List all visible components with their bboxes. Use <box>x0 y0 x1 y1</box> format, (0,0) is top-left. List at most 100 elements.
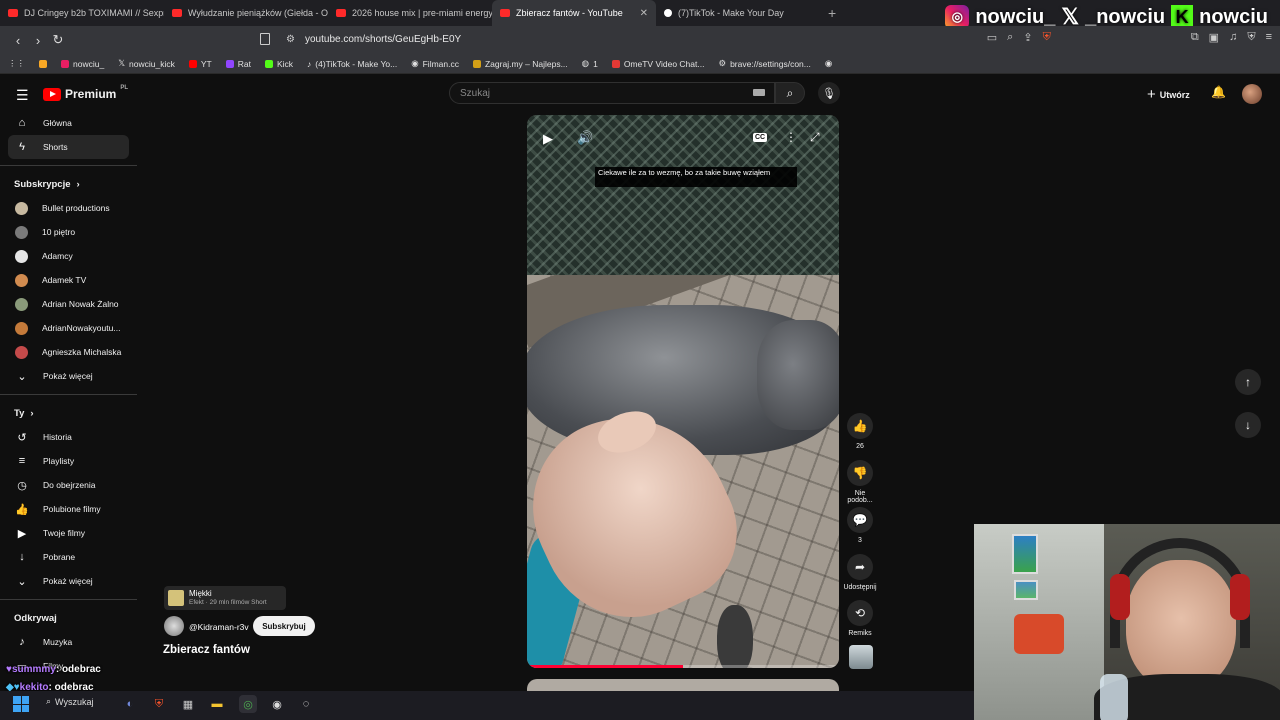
create-button[interactable]: + Utwórz <box>1147 86 1190 103</box>
tab-2[interactable]: Wyłudzanie pieniążków (Giełda - Od <box>164 0 328 26</box>
sidebar-item-playlists[interactable]: ≡ Playlisty <box>0 449 137 473</box>
sidebar-show-more[interactable]: ⌄ Pokaż więcej <box>0 569 137 593</box>
bookmark-label: nowciu_kick <box>129 58 175 69</box>
notifications-bell-icon[interactable]: 🔔 <box>1211 85 1226 99</box>
channel-avatar <box>15 201 28 215</box>
channel-avatar[interactable] <box>164 616 184 636</box>
mic-icon: 🎙 <box>822 87 836 100</box>
share-button[interactable]: ➦ Udostępnij <box>843 554 877 591</box>
menu-hamburger-icon[interactable]: ☰ <box>16 87 29 104</box>
search-input[interactable]: Szukaj <box>449 82 775 104</box>
short-video-player[interactable]: Ciekawe ile za to wezmę, bo za takie buw… <box>527 115 839 668</box>
tab-1[interactable]: DJ Cringey b2b TOXIMAMI // Sexpre <box>0 0 164 26</box>
sidebar-item-subscription[interactable]: Adamcy <box>0 244 137 268</box>
discord-icon[interactable]: ◐ <box>121 695 139 713</box>
bookmark-item[interactable]: ♪ (4)TikTok - Make Yo... <box>307 59 397 69</box>
bookmark-item[interactable]: nowciu_ <box>61 59 104 69</box>
bookmark-item[interactable]: ◍ 1 <box>582 58 598 69</box>
sidebar-show-more[interactable]: ⌄ Pokaż więcej <box>0 364 137 388</box>
sound-thumbnail[interactable] <box>849 645 873 669</box>
cast-icon[interactable]: ▭ <box>987 31 997 44</box>
windows-start-icon[interactable] <box>13 696 29 712</box>
effect-chip[interactable]: Miękki Efekt · 29 mln filmów Short <box>164 586 286 610</box>
sidebar-icon[interactable]: ▣ <box>1209 31 1219 44</box>
share-label: Udostępnij <box>843 584 877 591</box>
music-icon[interactable]: ♫ <box>1229 31 1237 44</box>
brave-shield-icon[interactable]: ⛨ <box>1043 31 1051 44</box>
back-icon[interactable]: ‹ <box>8 33 28 48</box>
user-avatar[interactable] <box>1242 84 1262 104</box>
bookmark-item[interactable]: ◉ Filman.cc <box>411 58 459 69</box>
fullscreen-icon[interactable]: ⤢ <box>810 130 820 145</box>
bookmark-item[interactable]: YT <box>188 59 212 69</box>
youtube-favicon-icon <box>8 9 18 17</box>
app-icon[interactable]: ▦ <box>179 695 197 713</box>
search-button[interactable]: ⌕ <box>775 82 805 104</box>
youtube-favicon-icon <box>172 9 182 17</box>
volume-icon[interactable]: 🔊 <box>577 130 593 146</box>
voice-search-button[interactable]: 🎙 <box>818 82 840 104</box>
menu-icon[interactable]: ≡ <box>1266 31 1272 44</box>
sidebar-item-subscription[interactable]: Agnieszka Michalska <box>0 340 137 364</box>
bookmark-item[interactable]: OmeTV Video Chat... <box>611 59 704 69</box>
sidebar-item-watch-later[interactable]: ◷ Do obejrzenia <box>0 473 137 497</box>
extensions-icon[interactable]: ⧉ <box>1191 31 1199 44</box>
sidebar-item-shorts[interactable]: ϟ Shorts <box>8 135 129 159</box>
bookmark-item[interactable]: Kick <box>264 59 293 69</box>
youtube-logo[interactable]: Premium PL <box>43 85 128 101</box>
site-info-icon[interactable]: ⚙ <box>286 34 295 45</box>
you-header[interactable]: Ty › <box>0 401 137 425</box>
sidebar-item-subscription[interactable]: Adamek TV <box>0 268 137 292</box>
sidebar-item-downloads[interactable]: ↓ Pobrane <box>0 545 137 569</box>
video-progress-bar[interactable] <box>527 665 839 668</box>
new-tab-icon[interactable]: + <box>828 5 836 21</box>
sidebar-item-music[interactable]: ♪ Muzyka <box>0 630 137 654</box>
previous-short-button[interactable]: ↑ <box>1235 369 1261 395</box>
sidebar-item-subscription[interactable]: Bullet productions <box>0 196 137 220</box>
tab-5[interactable]: (7)TikTok - Make Your Day <box>656 0 820 26</box>
like-button[interactable]: 👍 26 <box>843 413 877 450</box>
apps-icon[interactable]: ⋮⋮ <box>8 58 25 69</box>
taskbar-search[interactable]: ⌕ Wyszukaj <box>46 696 93 707</box>
remix-button[interactable]: ⟲ Remiks <box>843 600 877 637</box>
keyboard-icon[interactable] <box>753 89 765 96</box>
bookmark-item[interactable]: 𝕏nowciu_kick <box>118 58 175 69</box>
tab-active[interactable]: Zbieracz fantów - YouTube ✕ <box>492 0 656 26</box>
tab-3[interactable]: 2026 house mix | pre-miami energy <box>328 0 492 26</box>
channel-name[interactable]: @Kidraman-r3v <box>189 622 249 632</box>
obs-icon[interactable]: ◉ <box>268 695 286 713</box>
sidebar-item-home[interactable]: ⌂ Główna <box>0 111 137 135</box>
dislike-button[interactable]: 👎 Nie podob... <box>843 460 877 504</box>
subscriptions-header[interactable]: Subskrypcje › <box>0 172 137 196</box>
folder-icon[interactable]: ▬ <box>208 695 226 713</box>
zoom-icon[interactable]: ⌕ <box>1007 31 1013 44</box>
sidebar-item-your-videos[interactable]: ▶ Twoje filmy <box>0 521 137 545</box>
bookmark-item[interactable] <box>39 59 47 68</box>
wallet-icon[interactable]: ⛨ <box>1247 31 1255 44</box>
brave-icon[interactable]: ⛨ <box>150 695 168 713</box>
bookmark-item[interactable]: ⚙ brave://settings/con... <box>718 58 810 69</box>
short-title[interactable]: Zbieracz fantów <box>163 644 250 656</box>
comments-button[interactable]: 💬 3 <box>843 507 877 544</box>
forward-icon[interactable]: › <box>28 33 48 48</box>
sidebar-item-liked[interactable]: 👍 Polubione filmy <box>0 497 137 521</box>
sidebar-item-subscription[interactable]: Adrian Nowak Żalno <box>0 292 137 316</box>
captions-icon[interactable]: CC <box>753 133 768 142</box>
close-tab-icon[interactable]: ✕ <box>640 8 648 19</box>
bookmark-item[interactable]: ◉ <box>825 58 832 69</box>
share-icon[interactable]: ⇪ <box>1023 31 1032 44</box>
bookmark-item[interactable]: Zagraj.my – Najleps... <box>472 59 568 69</box>
bookmark-icon[interactable] <box>260 33 270 45</box>
next-short-button[interactable]: ↓ <box>1235 412 1261 438</box>
url-field[interactable]: youtube.com/shorts/GeuEgHb-E0Y <box>305 34 461 45</box>
sidebar-item-subscription[interactable]: 10 piętro <box>0 220 137 244</box>
play-icon[interactable]: ▶ <box>543 131 553 147</box>
sidebar-item-subscription[interactable]: AdrianNowakyoutu... <box>0 316 137 340</box>
more-vert-icon[interactable]: ⋮ <box>785 130 797 144</box>
sidebar-item-history[interactable]: ↺ Historia <box>0 425 137 449</box>
app-icon[interactable]: ◌ <box>297 695 315 713</box>
reload-icon[interactable]: ↻ <box>48 32 68 48</box>
chrome-icon[interactable]: ◎ <box>239 695 257 713</box>
subscribe-button[interactable]: Subskrybuj <box>253 616 315 636</box>
bookmark-item[interactable]: Rat <box>225 59 251 69</box>
